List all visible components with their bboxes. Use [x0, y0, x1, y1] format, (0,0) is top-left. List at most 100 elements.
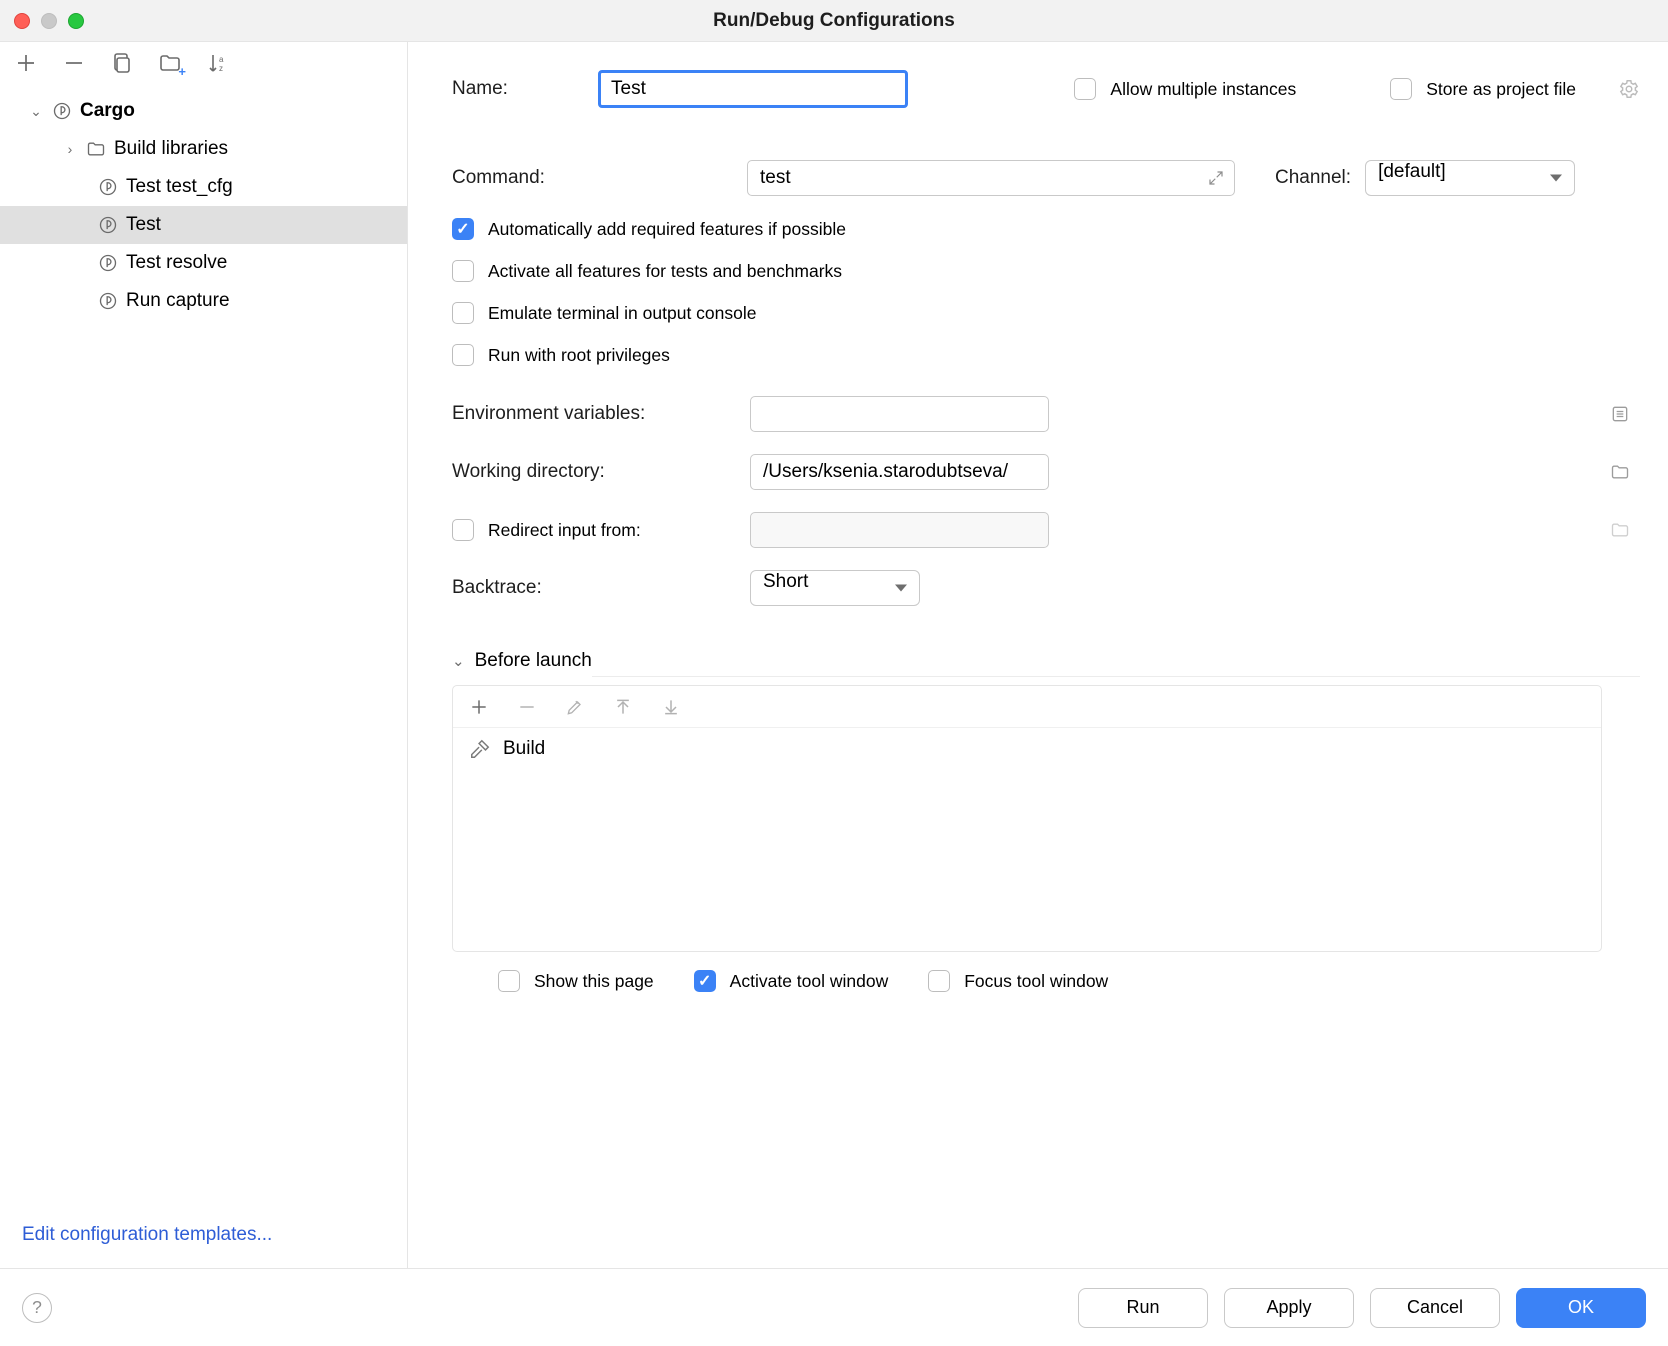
store-as-project-checkbox[interactable]: Store as project file — [1390, 78, 1576, 100]
copy-config-button[interactable] — [110, 51, 134, 75]
bl-move-up-button[interactable] — [613, 697, 633, 717]
content-panel: Name: Allow multiple instances Store as … — [408, 42, 1668, 1268]
cancel-button[interactable]: Cancel — [1370, 1288, 1500, 1328]
close-window-button[interactable] — [14, 13, 30, 29]
bl-edit-button[interactable] — [565, 697, 585, 717]
activate-all-label: Activate all features for tests and benc… — [488, 261, 842, 282]
sort-button[interactable]: az — [206, 51, 230, 75]
tree-item-test-resolve[interactable]: Test resolve — [0, 244, 407, 282]
before-launch-panel: Build — [452, 685, 1602, 952]
edit-templates-link[interactable]: Edit configuration templates... — [0, 1210, 407, 1268]
tree-group-label: Cargo — [80, 100, 135, 122]
before-launch-task[interactable]: Build — [469, 738, 1585, 760]
emulate-terminal-checkbox[interactable]: Emulate terminal in output console — [452, 302, 1640, 324]
checkbox-icon — [452, 344, 474, 366]
backtrace-value: Short — [763, 571, 808, 592]
bl-add-button[interactable] — [469, 697, 489, 717]
allow-multiple-checkbox[interactable]: Allow multiple instances — [1074, 78, 1296, 100]
tree-item-label: Test test_cfg — [126, 176, 233, 198]
zoom-window-button[interactable] — [68, 13, 84, 29]
folder-icon[interactable] — [1610, 462, 1630, 482]
redirect-input-label: Redirect input from: — [488, 520, 641, 541]
before-launch-title: Before launch — [475, 650, 592, 672]
tree-item-label: Run capture — [126, 290, 230, 312]
window-controls — [14, 13, 84, 29]
activate-tool-window-checkbox[interactable]: Activate tool window — [694, 970, 889, 992]
channel-select[interactable]: [default] — [1365, 160, 1575, 196]
cargo-icon — [98, 291, 118, 311]
env-vars-label: Environment variables: — [452, 403, 750, 425]
expand-icon[interactable] — [1207, 169, 1225, 187]
tree-group-cargo[interactable]: ⌄ Cargo — [0, 92, 407, 130]
checkbox-icon — [452, 302, 474, 324]
allow-multiple-label: Allow multiple instances — [1110, 79, 1296, 100]
channel-value: [default] — [1378, 161, 1446, 182]
root-privileges-checkbox[interactable]: Run with root privileges — [452, 344, 1640, 366]
before-launch-task-label: Build — [503, 738, 545, 760]
tree-item-run-capture[interactable]: Run capture — [0, 282, 407, 320]
checkbox-icon — [452, 519, 474, 541]
list-icon[interactable] — [1610, 404, 1630, 424]
focus-tool-window-checkbox[interactable]: Focus tool window — [928, 970, 1108, 992]
store-as-project-label: Store as project file — [1426, 79, 1576, 100]
chevron-right-icon: › — [62, 141, 78, 157]
show-this-page-label: Show this page — [534, 971, 654, 992]
folder-icon — [1610, 520, 1630, 540]
checkbox-icon — [498, 970, 520, 992]
add-config-button[interactable] — [14, 51, 38, 75]
title-bar: Run/Debug Configurations — [0, 0, 1668, 42]
activate-all-features-checkbox[interactable]: Activate all features for tests and benc… — [452, 260, 1640, 282]
channel-label: Channel: — [1275, 167, 1351, 189]
folder-icon — [86, 139, 106, 159]
checkbox-checked-icon — [452, 218, 474, 240]
env-vars-input[interactable] — [750, 396, 1049, 432]
checkbox-icon — [1074, 78, 1096, 100]
checkbox-icon — [1390, 78, 1412, 100]
backtrace-select[interactable]: Short — [750, 570, 920, 606]
before-launch-header[interactable]: ⌄ Before launch — [452, 650, 1640, 672]
backtrace-label: Backtrace: — [452, 577, 750, 599]
bl-move-down-button[interactable] — [661, 697, 681, 717]
run-button[interactable]: Run — [1078, 1288, 1208, 1328]
name-input[interactable] — [598, 70, 908, 108]
sidebar: az ⌄ Cargo › Build libraries Test test_c… — [0, 42, 408, 1268]
minimize-window-button[interactable] — [41, 13, 57, 29]
config-tree: ⌄ Cargo › Build libraries Test test_cfg … — [0, 84, 407, 320]
tree-item-test-test-cfg[interactable]: Test test_cfg — [0, 168, 407, 206]
redirect-input-field[interactable] — [750, 512, 1049, 548]
chevron-down-icon: ⌄ — [28, 103, 44, 120]
cargo-icon — [52, 101, 72, 121]
svg-text:z: z — [219, 64, 223, 73]
focus-tool-window-label: Focus tool window — [964, 971, 1108, 992]
cargo-icon — [98, 253, 118, 273]
save-template-button[interactable] — [158, 51, 182, 75]
tree-item-test[interactable]: Test — [0, 206, 407, 244]
name-label: Name: — [452, 78, 566, 100]
cargo-icon — [98, 215, 118, 235]
gear-icon[interactable] — [1618, 78, 1640, 100]
working-dir-input[interactable] — [750, 454, 1049, 490]
ok-button[interactable]: OK — [1516, 1288, 1646, 1328]
before-launch-list: Build — [453, 728, 1601, 951]
command-input[interactable] — [747, 160, 1235, 196]
bl-remove-button[interactable] — [517, 697, 537, 717]
auto-features-checkbox[interactable]: Automatically add required features if p… — [452, 218, 1640, 240]
root-privileges-label: Run with root privileges — [488, 345, 670, 366]
redirect-input-checkbox[interactable]: Redirect input from: — [452, 519, 750, 541]
working-dir-label: Working directory: — [452, 461, 750, 483]
svg-text:a: a — [219, 55, 224, 64]
tree-item-label: Test — [126, 214, 161, 236]
tree-item-label: Test resolve — [126, 252, 227, 274]
activate-tool-window-label: Activate tool window — [730, 971, 889, 992]
tree-subgroup-label: Build libraries — [114, 138, 228, 160]
checkbox-icon — [928, 970, 950, 992]
show-this-page-checkbox[interactable]: Show this page — [498, 970, 654, 992]
apply-button[interactable]: Apply — [1224, 1288, 1354, 1328]
remove-config-button[interactable] — [62, 51, 86, 75]
help-button[interactable]: ? — [22, 1293, 52, 1323]
auto-features-label: Automatically add required features if p… — [488, 219, 846, 240]
checkbox-checked-icon — [694, 970, 716, 992]
command-label: Command: — [452, 167, 747, 189]
sidebar-toolbar: az — [0, 42, 407, 84]
tree-subgroup-build-libraries[interactable]: › Build libraries — [0, 130, 407, 168]
